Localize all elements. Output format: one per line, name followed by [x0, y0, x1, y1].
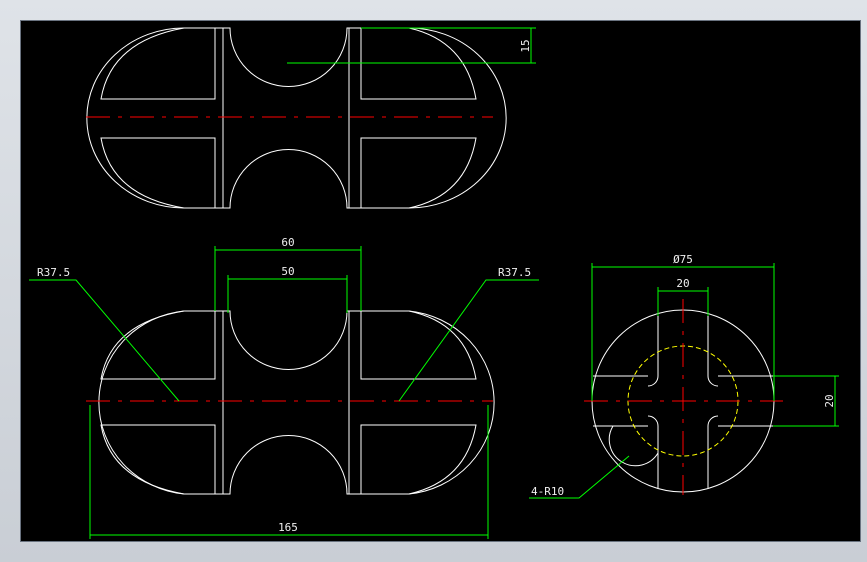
lower-left-slot-top: [100, 310, 216, 380]
lower-right-slot-top: [360, 310, 477, 380]
cad-drawing: 15 60 50 R37.5 R37.5 165 Ø75 20 20 4-R10: [29, 27, 839, 539]
upper-left-slot-top: [100, 27, 216, 100]
upper-view-outline: [86, 27, 507, 209]
lower-left-slot-bottom: [100, 424, 216, 495]
upper-right-slot-bottom: [360, 137, 477, 209]
slot-width-label: 20: [676, 277, 689, 290]
dim-lines-side: [529, 263, 839, 499]
fillet-label: 4-R10: [531, 485, 564, 498]
dim-lines-lower: [29, 246, 539, 539]
radius-right-label: R37.5: [498, 266, 531, 279]
upper-left-slot-bottom: [100, 137, 216, 209]
lower-view-outline: [98, 310, 495, 495]
diameter-label: Ø75: [673, 253, 693, 266]
lower-right-slot-bottom: [360, 424, 477, 495]
lower-view: [98, 310, 495, 495]
slot-height-label: 20: [823, 394, 836, 407]
radius-left-label: R37.5: [37, 266, 70, 279]
cad-drawing-canvas[interactable]: 15 60 50 R37.5 R37.5 165 Ø75 20 20 4-R10: [20, 20, 861, 542]
upper-view: [86, 27, 507, 209]
dim-15: [287, 27, 536, 64]
dim-50-label: 50: [281, 265, 294, 278]
dim-60-label: 60: [281, 236, 294, 249]
dim-165-label: 165: [278, 521, 298, 534]
dim-15-label: 15: [519, 39, 532, 52]
